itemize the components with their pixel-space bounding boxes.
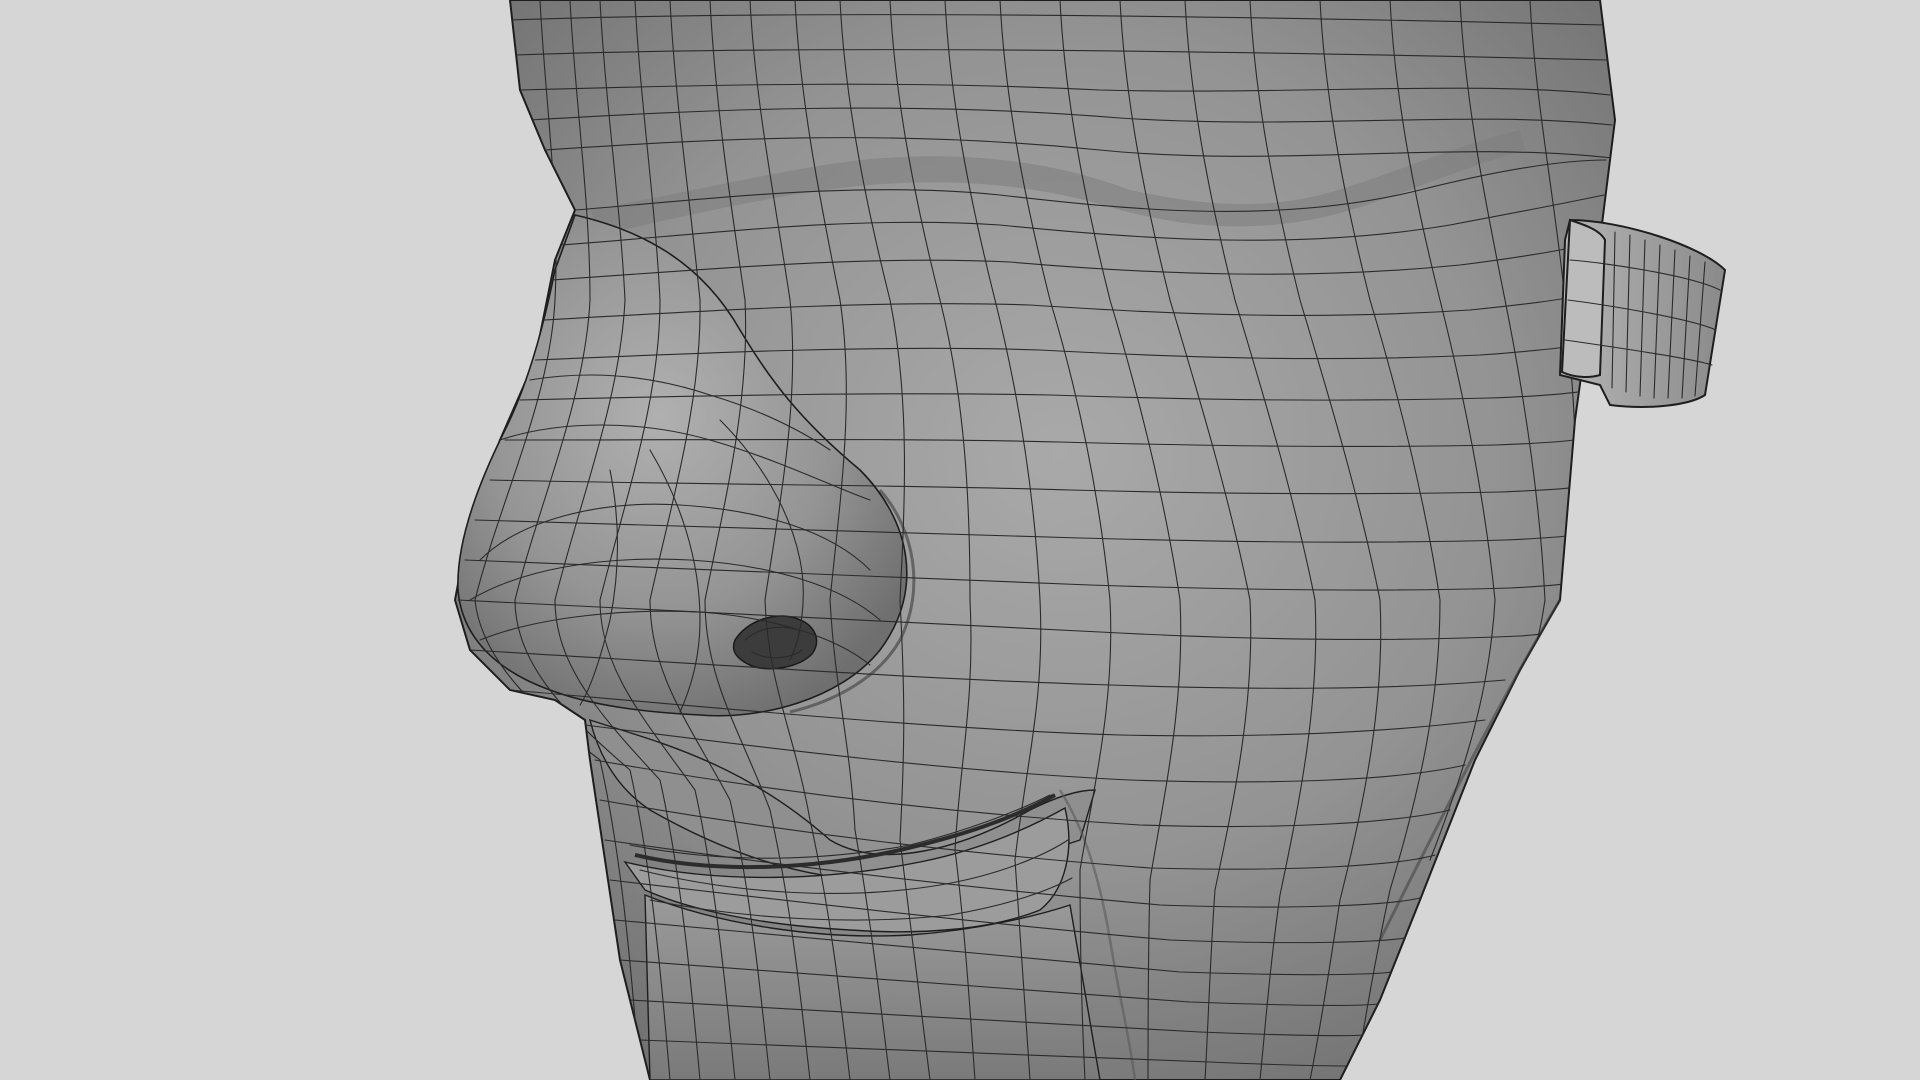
ear-stub[interactable]: [1558, 218, 1727, 408]
viewport-canvas[interactable]: [0, 0, 1920, 1080]
head-mesh[interactable]: [453, 0, 1617, 1080]
3d-viewport[interactable]: [0, 0, 1920, 1080]
ear-cap: [1560, 218, 1607, 378]
